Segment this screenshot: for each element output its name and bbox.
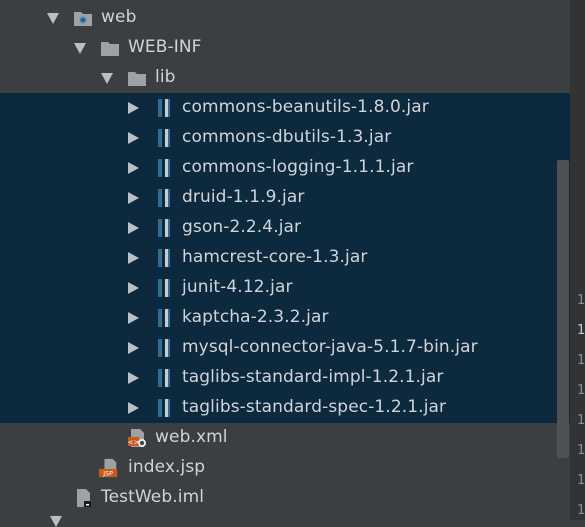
jar-icon: [158, 309, 170, 327]
tree-node-iml[interactable]: TestWeb.iml: [0, 483, 570, 513]
project-tree: web WEB-INF lib commons-beanutils-1.8.0.…: [0, 0, 570, 527]
editor-gutter: [570, 0, 585, 520]
tree-node-jar[interactable]: druid-1.1.9.jar: [0, 183, 570, 213]
collapse-arrow-icon[interactable]: [128, 132, 139, 144]
tree-node-jar[interactable]: kaptcha-2.3.2.jar: [0, 303, 570, 333]
expand-arrow-icon[interactable]: [74, 43, 86, 54]
collapse-arrow-icon[interactable]: [128, 162, 139, 174]
tree-label-jar: taglibs-standard-impl-1.2.1.jar: [182, 367, 444, 387]
tree-node-jar[interactable]: commons-dbutils-1.3.jar: [0, 123, 570, 153]
line-number: 1: [577, 383, 585, 398]
collapse-arrow-icon[interactable]: [128, 222, 139, 234]
tree-label-jar: kaptcha-2.3.2.jar: [182, 307, 329, 327]
tree-node-jar[interactable]: commons-beanutils-1.8.0.jar: [0, 93, 570, 123]
jar-icon: [158, 339, 170, 357]
tree-node-index-jsp[interactable]: JSP index.jsp: [0, 453, 570, 483]
jar-icon: [158, 279, 170, 297]
tree-label-iml: TestWeb.iml: [101, 487, 205, 507]
tree-label-jar: commons-beanutils-1.8.0.jar: [182, 97, 429, 117]
collapse-arrow-icon[interactable]: [128, 402, 139, 414]
line-number: 1: [577, 503, 585, 518]
tree-label-jar: commons-dbutils-1.3.jar: [182, 127, 392, 147]
jar-icon: [158, 159, 170, 177]
collapse-arrow-icon[interactable]: [128, 372, 139, 384]
tree-node-jar[interactable]: commons-logging-1.1.1.jar: [0, 153, 570, 183]
tree-node-web[interactable]: web: [0, 3, 570, 33]
tree-label-index-jsp: index.jsp: [128, 457, 206, 477]
tree-label-web-inf: WEB-INF: [128, 37, 202, 57]
line-number: 1: [577, 323, 585, 338]
collapse-arrow-icon[interactable]: [128, 342, 139, 354]
expand-arrow-icon[interactable]: [50, 516, 62, 527]
tree-node-jar[interactable]: mysql-connector-java-5.1.7-bin.jar: [0, 333, 570, 363]
tree-label-lib: lib: [155, 67, 176, 87]
line-number: 1: [577, 443, 585, 458]
tree-label-jar: junit-4.12.jar: [182, 277, 293, 297]
collapse-arrow-icon[interactable]: [128, 102, 139, 114]
jsp-badge-text: JSP: [102, 470, 113, 477]
jar-icon: [158, 369, 170, 387]
collapse-arrow-icon[interactable]: [128, 252, 139, 264]
tree-label-jar: druid-1.1.9.jar: [182, 187, 305, 207]
expand-arrow-icon[interactable]: [101, 73, 113, 84]
line-number: 1: [577, 473, 585, 488]
jar-icon: [158, 189, 170, 207]
tree-node-web-inf[interactable]: WEB-INF: [0, 33, 570, 63]
tree-node-jar[interactable]: junit-4.12.jar: [0, 273, 570, 303]
tree-label-web: web: [101, 7, 137, 27]
vertical-scrollbar[interactable]: [557, 160, 569, 458]
jar-icon: [158, 129, 170, 147]
collapse-arrow-icon[interactable]: [128, 192, 139, 204]
tree-node-jar[interactable]: taglibs-standard-impl-1.2.1.jar: [0, 363, 570, 393]
tree-label-jar: taglibs-standard-spec-1.2.1.jar: [182, 397, 447, 417]
tree-label-jar: commons-logging-1.1.1.jar: [182, 157, 414, 177]
tree-node-jar[interactable]: gson-2.2.4.jar: [0, 213, 570, 243]
tree-node-lib[interactable]: lib: [0, 63, 570, 93]
collapse-arrow-icon[interactable]: [128, 312, 139, 324]
iml-file-icon: [77, 489, 91, 507]
folder-icon: [101, 42, 119, 56]
collapse-arrow-icon[interactable]: [128, 282, 139, 294]
tree-label-jar: mysql-connector-java-5.1.7-bin.jar: [182, 337, 478, 357]
tree-label-jar: gson-2.2.4.jar: [182, 217, 302, 237]
xml-file-icon: <>: [128, 429, 146, 447]
expand-arrow-icon[interactable]: [47, 13, 59, 24]
tree-node-jar[interactable]: taglibs-standard-spec-1.2.1.jar: [0, 393, 570, 423]
tree-label-jar: hamcrest-core-1.3.jar: [182, 247, 368, 267]
tree-node-web-xml[interactable]: <> web.xml: [0, 423, 570, 453]
jar-icon: [158, 249, 170, 267]
tree-node-jar[interactable]: hamcrest-core-1.3.jar: [0, 243, 570, 273]
web-folder-icon: [74, 12, 92, 26]
line-number: 1: [577, 413, 585, 428]
jsp-file-icon: JSP: [99, 458, 118, 477]
jar-icon: [158, 399, 170, 417]
jar-icon: [158, 219, 170, 237]
svg-text:<>: <>: [128, 439, 140, 447]
folder-icon: [128, 72, 146, 86]
line-number: 1: [577, 293, 585, 308]
tree-label-web-xml: web.xml: [155, 427, 228, 447]
jar-icon: [158, 99, 170, 117]
line-number: 1: [577, 353, 585, 368]
